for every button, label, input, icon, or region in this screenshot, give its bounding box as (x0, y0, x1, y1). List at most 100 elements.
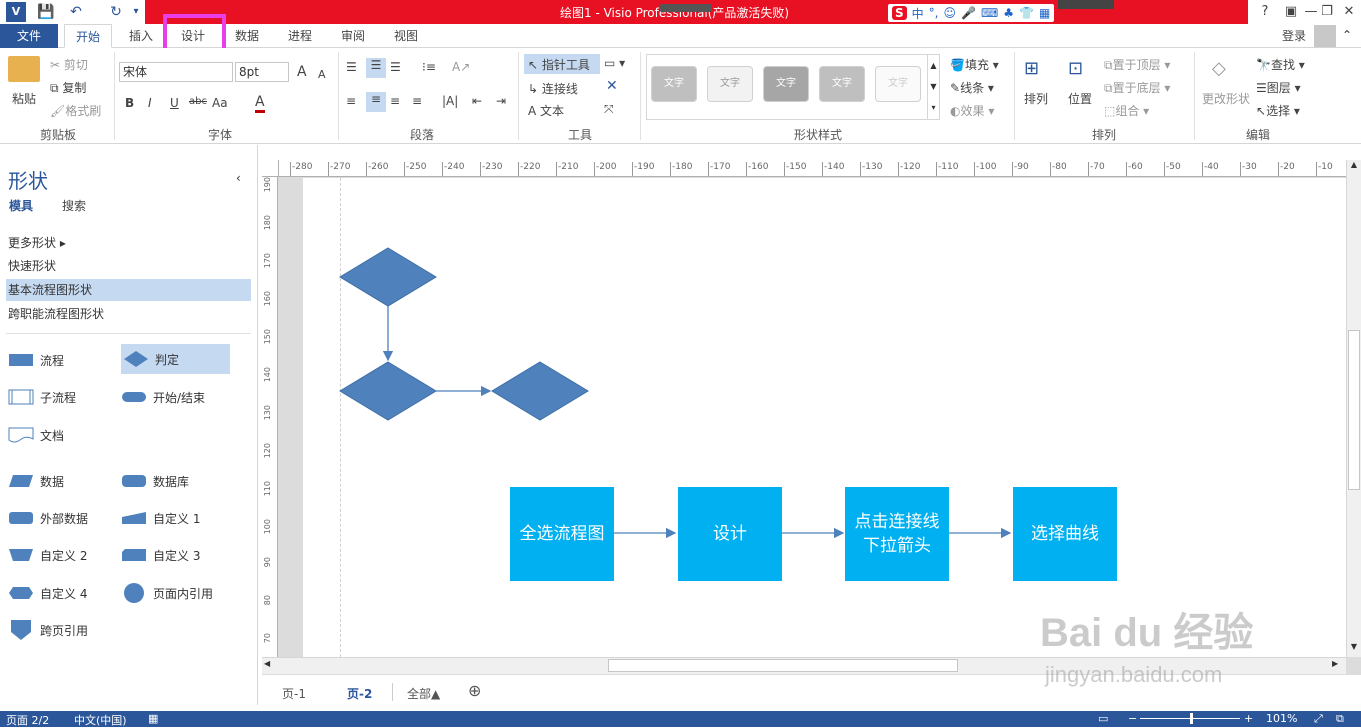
zoom-in-icon[interactable]: + (1244, 712, 1253, 725)
ime-toolbar[interactable]: S 中 °, ☺ 🎤 ⌨ ♣ 👕 ▦ (888, 4, 1055, 22)
all-pages-button[interactable]: 全部▲ (407, 685, 440, 702)
redo-icon[interactable]: ↻ (106, 2, 126, 22)
shape-on-page-reference[interactable]: 页面内引用 (121, 578, 251, 608)
ime-mic-icon[interactable]: 🎤 (961, 6, 976, 20)
align-right-icon[interactable]: ≡ (390, 94, 400, 108)
shape-custom-4[interactable]: 自定义 4 (8, 578, 116, 608)
shape-decision[interactable]: 判定 (121, 344, 230, 374)
ime-emoji-icon[interactable]: ☺ (944, 6, 957, 20)
shape-database[interactable]: 数据库 (121, 466, 251, 496)
shape-document[interactable]: 文档 (8, 420, 116, 450)
align-left-icon[interactable]: ≡ (346, 94, 356, 108)
flow-box-design[interactable]: 设计 (678, 487, 782, 581)
tab-home[interactable]: 开始 (64, 24, 112, 48)
restore-button[interactable]: ❐ (1316, 3, 1338, 21)
text-direction-icon[interactable]: A↗ (452, 60, 470, 74)
shape-process[interactable]: 流程 (8, 345, 116, 375)
style-swatch-2[interactable]: 文字 (707, 66, 753, 102)
shape-start-end[interactable]: 开始/结束 (121, 382, 251, 412)
justify-icon[interactable]: ≡ (412, 94, 422, 108)
tab-data[interactable]: 数据 (224, 24, 270, 48)
vertical-scroll-thumb[interactable] (1348, 330, 1360, 490)
stencil-quick-shapes[interactable]: 快速形状 (6, 255, 251, 277)
gallery-scroll-icon[interactable]: ▲ ▼ ▾ (927, 55, 939, 119)
customize-qat-icon[interactable]: ▾ (126, 2, 146, 22)
flow-box-select-all[interactable]: 全选流程图 (510, 487, 614, 581)
scroll-up-icon[interactable]: ▲ (1348, 160, 1360, 174)
ribbon-display-button[interactable]: ▣ (1280, 3, 1302, 21)
style-swatch-5[interactable]: 文字 (875, 66, 921, 102)
tab-search[interactable]: 搜索 (62, 197, 86, 214)
layers-button[interactable]: ☰图层 ▾ (1256, 79, 1301, 96)
fit-page-icon[interactable]: ▭ (1098, 712, 1108, 725)
horizontal-scroll-thumb[interactable] (608, 659, 958, 672)
ime-skin-icon[interactable]: 👕 (1019, 6, 1034, 20)
shape-off-page-reference[interactable]: 跨页引用 (8, 615, 116, 645)
group-button[interactable]: ⬚组合 ▾ (1104, 102, 1149, 119)
scroll-left-icon[interactable]: ◀ (264, 659, 270, 668)
collapse-panel-icon[interactable]: ‹ (236, 171, 241, 185)
italic-button[interactable]: I (148, 96, 152, 110)
ime-tools-icon[interactable]: ▦ (1039, 6, 1050, 20)
help-button[interactable]: ? (1254, 3, 1276, 21)
flow-box-click-connector[interactable]: 点击连接线下拉箭头 (845, 487, 949, 581)
sogou-icon[interactable]: S (892, 6, 907, 20)
scroll-down-icon[interactable]: ▼ (1348, 642, 1360, 656)
ime-chinese-icon[interactable]: 中 (912, 5, 924, 22)
grow-font-button[interactable]: A (297, 64, 307, 80)
font-size-select[interactable]: 8pt (235, 62, 289, 82)
flow-box-select-curve[interactable]: 选择曲线 (1013, 487, 1117, 581)
decision-shape-1[interactable] (339, 247, 437, 307)
font-color-button[interactable]: A (255, 94, 265, 113)
ime-punct-icon[interactable]: °, (929, 6, 939, 20)
login-link[interactable]: 登录 (1276, 24, 1312, 48)
page-tab-1[interactable]: 页-1 (282, 685, 306, 702)
fill-button[interactable]: 🪣填充 ▾ (950, 56, 999, 73)
tab-stencils[interactable]: 模具 (9, 197, 33, 214)
connection-point-icon[interactable]: ⤧ (604, 102, 614, 117)
bring-to-front-button[interactable]: ⧉置于顶层 ▾ (1104, 56, 1170, 73)
paste-icon[interactable] (8, 56, 40, 82)
align-bottom-icon[interactable]: ☰ (390, 60, 401, 74)
decision-shape-2[interactable] (339, 361, 437, 421)
scroll-right-icon[interactable]: ▶ (1332, 659, 1338, 668)
shape-styles-gallery[interactable]: 文字 文字 文字 文字 文字 ▲ ▼ ▾ (646, 54, 940, 120)
pointer-tool-button[interactable]: ↖ 指针工具 (524, 54, 600, 74)
connector-button[interactable]: ↳ 连接线 (528, 80, 578, 97)
switch-windows-icon[interactable]: ⧉ (1336, 712, 1344, 726)
style-swatch-3[interactable]: 文字 (763, 66, 809, 102)
style-swatch-1[interactable]: 文字 (651, 66, 697, 102)
tab-view[interactable]: 视图 (383, 24, 429, 48)
paste-button[interactable]: 粘贴 (12, 90, 36, 107)
align-top-icon[interactable]: ☰ (346, 60, 357, 74)
ime-keyboard-icon[interactable]: ⌨ (981, 6, 998, 20)
select-button[interactable]: ↖选择 ▾ (1256, 102, 1300, 119)
change-case-button[interactable]: Aa (212, 96, 228, 110)
tab-review[interactable]: 审阅 (330, 24, 376, 48)
zoom-out-icon[interactable]: − (1128, 712, 1137, 725)
effect-button[interactable]: ◐效果 ▾ (950, 102, 994, 119)
text-tool-button[interactable]: A 文本 (528, 102, 564, 119)
arrange-icon[interactable]: ⊞ (1024, 58, 1039, 79)
macro-icon[interactable]: ▦ (148, 712, 158, 725)
align-middle-icon[interactable]: ☰ (366, 58, 386, 78)
shrink-font-button[interactable]: A (318, 68, 326, 81)
tab-insert[interactable]: 插入 (118, 24, 164, 48)
zoom-level[interactable]: 101% (1266, 712, 1297, 725)
shape-custom-3[interactable]: 自定义 3 (121, 540, 251, 570)
increase-indent-icon[interactable]: ⇥ (496, 94, 506, 108)
tab-process[interactable]: 进程 (277, 24, 323, 48)
fit-window-icon[interactable]: ⤢ (1314, 712, 1323, 726)
align-center-icon[interactable]: ≡ (366, 92, 386, 112)
underline-button[interactable]: U (170, 96, 179, 110)
page-indicator[interactable]: 页面 2/2 (6, 712, 49, 728)
bullets-icon[interactable]: ⁝≡ (422, 60, 436, 74)
avatar[interactable] (1314, 25, 1336, 47)
shape-external-data[interactable]: 外部数据 (8, 503, 116, 533)
shape-subprocess[interactable]: 子流程 (8, 382, 116, 412)
format-painter-button[interactable]: 🖌格式刷 (50, 102, 101, 119)
vertical-scrollbar[interactable]: ▲ ▼ (1346, 160, 1361, 657)
stencil-cross-functional[interactable]: 跨职能流程图形状 (6, 303, 251, 325)
copy-button[interactable]: ⧉ 复制 (50, 79, 86, 96)
shape-data[interactable]: 数据 (8, 466, 116, 496)
